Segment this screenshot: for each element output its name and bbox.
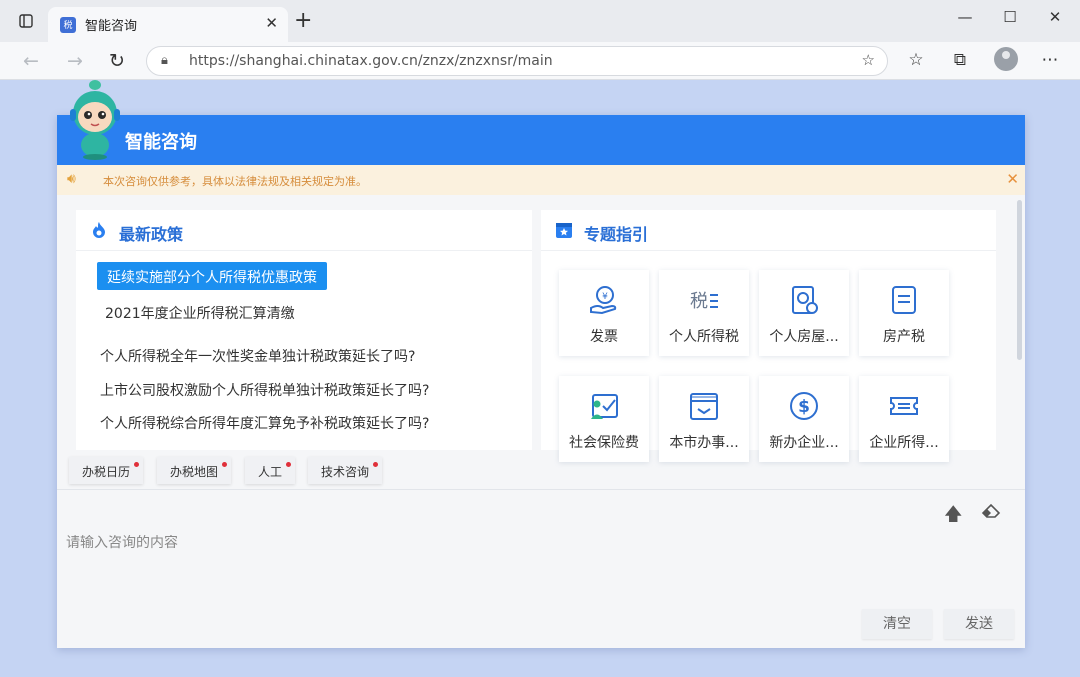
back-icon[interactable]: ← [18, 48, 44, 74]
chip-human-agent[interactable]: 人工 [245, 457, 296, 484]
topic-tile-social-insurance[interactable]: 社会保险费 [559, 376, 649, 462]
notice-bar: 🔊︎ 本次咨询仅供参考，具体以法律法规及相关规定为准。 ✕ [57, 165, 1025, 195]
site-favicon-icon: 税 [60, 16, 76, 33]
tab-actions-icon[interactable] [13, 8, 39, 34]
chip-tech-support[interactable]: 技术咨询 [308, 457, 383, 484]
more-menu-icon[interactable]: ⋯ [1037, 50, 1063, 70]
bookmark-box-icon [556, 223, 572, 238]
question-item[interactable]: 个人所得税全年一次性奖金单独计税政策延长了吗? [100, 346, 415, 366]
red-dot-badge [222, 462, 228, 467]
document-icon [892, 286, 916, 314]
topic-tile-personal-income-tax[interactable]: 税 个人所得税 [659, 270, 749, 356]
house-money-icon [792, 286, 818, 314]
topic-tile-personal-housing[interactable]: 个人房屋... [759, 270, 849, 356]
tab-title: 智能咨询 [85, 19, 138, 34]
topic-tile-label: 个人房屋... [769, 329, 839, 345]
lock-icon[interactable]: 🔒︎ [161, 53, 168, 68]
favorites-icon[interactable]: ☆ [903, 50, 929, 70]
refresh-icon[interactable]: ↻ [104, 48, 130, 74]
browser-toolbar: ← → ↻ 🔒︎ https://shanghai.chinatax.gov.c… [0, 42, 1080, 80]
topic-tile-city-affairs[interactable]: 本市办事... [659, 376, 749, 462]
svg-text:税: 税 [690, 291, 708, 312]
topic-tile-label: 发票 [590, 329, 618, 345]
chip-label: 人工 [258, 465, 283, 479]
topic-tile-label: 房产税 [883, 329, 925, 345]
topic-guide-header: 专题指引 [541, 210, 996, 251]
scrollbar[interactable] [1017, 200, 1022, 360]
svg-text:¥: ¥ [602, 292, 608, 302]
policy-item-highlighted[interactable]: 延续实施部分个人所得税优惠政策 [97, 262, 327, 290]
chip-tax-calendar[interactable]: 办税日历 [69, 457, 144, 484]
dollar-circle-icon: $ [790, 392, 818, 420]
red-dot-badge [286, 462, 292, 467]
smart-consult-panel: 智能咨询 🔊︎ 本次咨询仅供参考，具体以法律法规及相关规定为准。 ✕ 最新政策 … [57, 80, 1025, 648]
add-favorite-icon[interactable]: ☆ [862, 51, 875, 69]
tax-char-icon: 税 [690, 291, 718, 312]
close-notice-icon[interactable]: ✕ [1006, 170, 1019, 188]
topic-tile-label: 新办企业... [769, 435, 839, 451]
topic-tile-invoice[interactable]: ¥ 发票 [559, 270, 649, 356]
chip-label: 办税地图 [170, 465, 219, 479]
topic-tile-enterprise-income[interactable]: 企业所得... [859, 376, 949, 462]
close-window-icon[interactable]: ✕ [1040, 8, 1070, 26]
topic-tile-new-enterprise[interactable]: $ 新办企业... [759, 376, 849, 462]
topic-tile-label: 本市办事... [669, 435, 739, 451]
topic-tile-label: 企业所得... [869, 435, 939, 451]
latest-policy-card: 最新政策 延续实施部分个人所得税优惠政策 2021年度企业所得税汇算清缴 个人所… [76, 210, 532, 450]
social-insurance-icon [591, 394, 618, 419]
topic-guide-title: 专题指引 [584, 225, 649, 244]
ticket-icon [890, 397, 918, 415]
address-bar[interactable]: 🔒︎ https://shanghai.chinatax.gov.cn/znzx… [146, 46, 888, 76]
consult-input[interactable] [66, 535, 766, 551]
calendar-icon [690, 393, 718, 420]
question-item[interactable]: 个人所得税综合所得年度汇算免予补税政策延长了吗? [100, 413, 429, 433]
flame-icon [93, 222, 105, 238]
topic-tile-property-tax[interactable]: 房产税 [859, 270, 949, 356]
red-dot-badge [134, 462, 140, 467]
mascot-icon [70, 80, 120, 160]
latest-policy-title: 最新政策 [119, 225, 184, 244]
topic-guide-card: 专题指引 ¥ 发票 税 个人所得税 个人房屋... 房产税 社会保险费 本市办事… [541, 210, 996, 462]
svg-text:$: $ [798, 397, 810, 417]
policy-item[interactable]: 2021年度企业所得税汇算清缴 [105, 303, 295, 323]
close-tab-icon[interactable]: ✕ [265, 14, 278, 32]
chip-tax-map[interactable]: 办税地图 [157, 457, 232, 484]
red-dot-badge [373, 462, 379, 467]
url-text: https://shanghai.chinatax.gov.cn/znzx/zn… [189, 53, 553, 69]
browser-tab-bar: 税 智能咨询 ✕ + — ☐ ✕ [0, 0, 1080, 42]
minimize-icon[interactable]: — [950, 8, 980, 26]
forward-icon[interactable]: → [62, 48, 88, 74]
input-area: 🡅 清空 发送 [57, 490, 1025, 648]
topic-tile-label: 社会保险费 [569, 435, 639, 451]
send-button[interactable]: 发送 [944, 609, 1014, 639]
notice-text: 本次咨询仅供参考，具体以法律法规及相关规定为准。 [103, 175, 367, 188]
invoice-hand-icon: ¥ [590, 286, 617, 315]
question-item[interactable]: 上市公司股权激励个人所得税单独计税政策延长了吗? [100, 380, 429, 400]
collections-icon[interactable]: ⧉ [947, 50, 973, 70]
page-title: 智能咨询 [125, 132, 197, 153]
profile-avatar[interactable] [994, 47, 1018, 71]
chip-label: 技术咨询 [321, 465, 370, 479]
topic-tile-label: 个人所得税 [669, 329, 739, 345]
speaker-icon: 🔊︎ [67, 171, 76, 187]
eraser-icon[interactable] [981, 504, 1001, 518]
panel-header: 智能咨询 [57, 115, 1025, 165]
chip-label: 办税日历 [82, 465, 131, 479]
latest-policy-header: 最新政策 [76, 210, 532, 251]
maximize-icon[interactable]: ☐ [995, 8, 1025, 26]
browser-tab[interactable]: 税 智能咨询 ✕ [48, 7, 288, 42]
arrow-up-icon[interactable]: 🡅 [944, 502, 963, 532]
new-tab-button[interactable]: + [294, 10, 312, 32]
clear-button[interactable]: 清空 [862, 609, 932, 639]
